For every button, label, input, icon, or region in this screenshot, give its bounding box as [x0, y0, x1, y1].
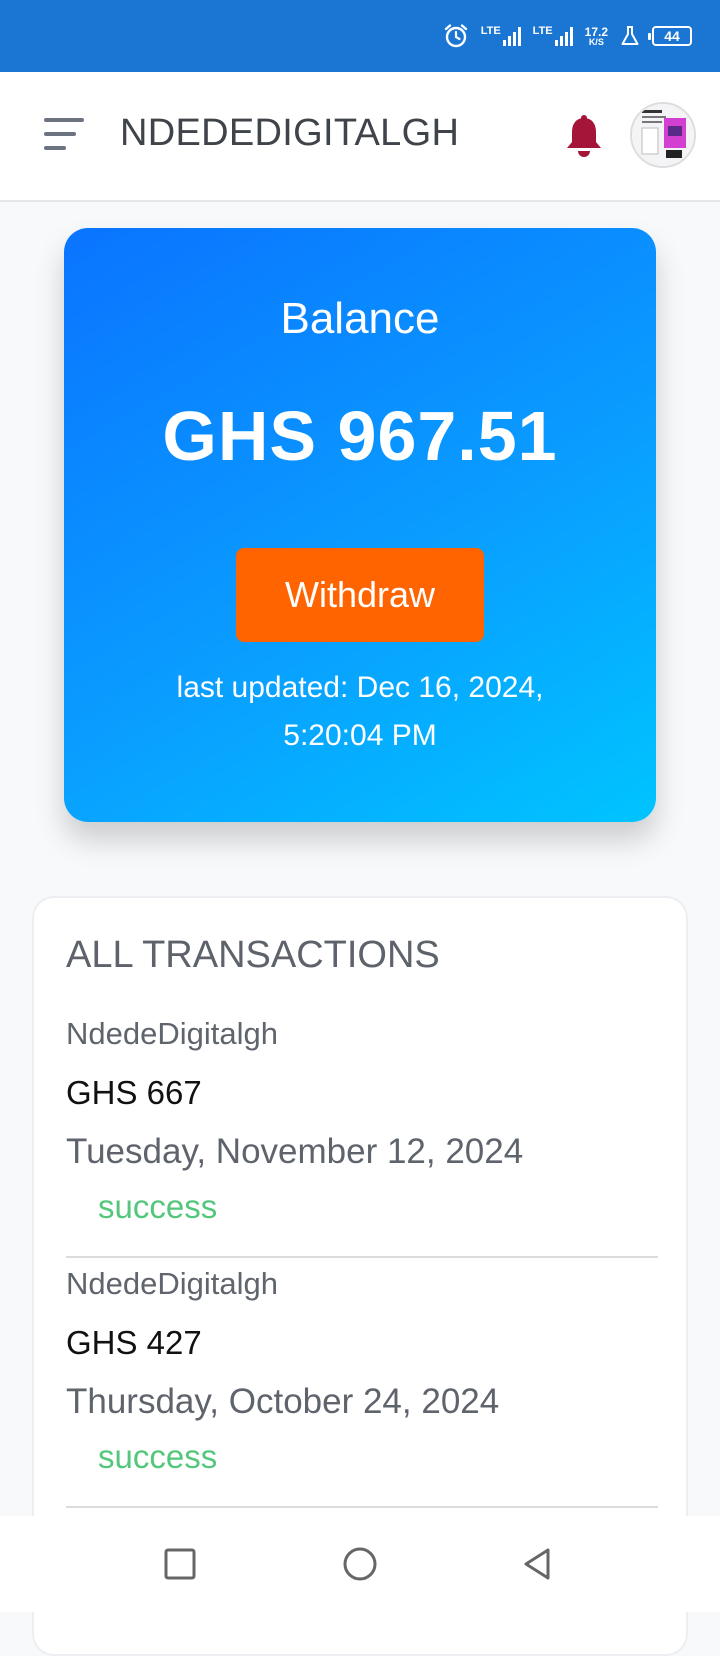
avatar-image	[632, 104, 694, 166]
transaction-name: NdedeDigitalgh	[66, 1016, 278, 1051]
transaction-name: NdedeDigitalgh	[66, 1266, 278, 1301]
balance-card: Balance GHS 967.51 Withdraw last updated…	[64, 228, 656, 822]
withdraw-button[interactable]: Withdraw	[236, 548, 484, 642]
transaction-amount: GHS 667	[66, 1074, 202, 1111]
divider	[66, 1506, 658, 1508]
alarm-clock-icon	[444, 24, 467, 48]
transaction-status: success	[98, 1438, 218, 1475]
app-header: NDEDEDIGITALGH	[0, 72, 720, 202]
transactions-title: ALL TRANSACTIONS	[66, 934, 440, 976]
speed-value: 17.2	[584, 24, 608, 39]
system-nav-bar	[0, 1516, 720, 1612]
square-icon[interactable]	[162, 1546, 198, 1582]
hamburger-menu-icon[interactable]	[44, 118, 84, 152]
avatar[interactable]	[630, 102, 696, 168]
signal-1-icon: LTE	[481, 26, 521, 46]
status-icons: LTE LTE 17.2 K/S 44	[443, 18, 692, 54]
brand-title: NDEDEDIGITALGH	[120, 112, 460, 154]
bell-icon[interactable]	[564, 114, 604, 158]
balance-amount: GHS 967.51	[162, 397, 558, 475]
flask-icon	[621, 26, 639, 45]
speed-unit: K/S	[588, 36, 604, 47]
transaction-amount: GHS 427	[66, 1324, 202, 1361]
divider	[66, 1256, 658, 1258]
battery-level: 44	[664, 28, 680, 44]
network-speed: 17.2 K/S	[585, 26, 608, 47]
transaction-date: Tuesday, November 12, 2024	[66, 1132, 524, 1171]
triangle-back-icon[interactable]	[520, 1546, 556, 1582]
balance-label: Balance	[280, 294, 440, 343]
lte-label: LTE	[532, 25, 553, 37]
lte-label: LTE	[480, 25, 501, 37]
last-updated-text: last updated: Dec 16, 2024, 5:20:04 PM	[176, 671, 544, 752]
transaction-date: Thursday, October 24, 2024	[66, 1382, 500, 1421]
battery-icon: 44	[648, 26, 692, 46]
status-bar: LTE LTE 17.2 K/S 44	[0, 0, 720, 72]
signal-2-icon: LTE	[533, 26, 573, 46]
transaction-status: success	[98, 1188, 218, 1225]
circle-icon[interactable]	[342, 1546, 378, 1582]
